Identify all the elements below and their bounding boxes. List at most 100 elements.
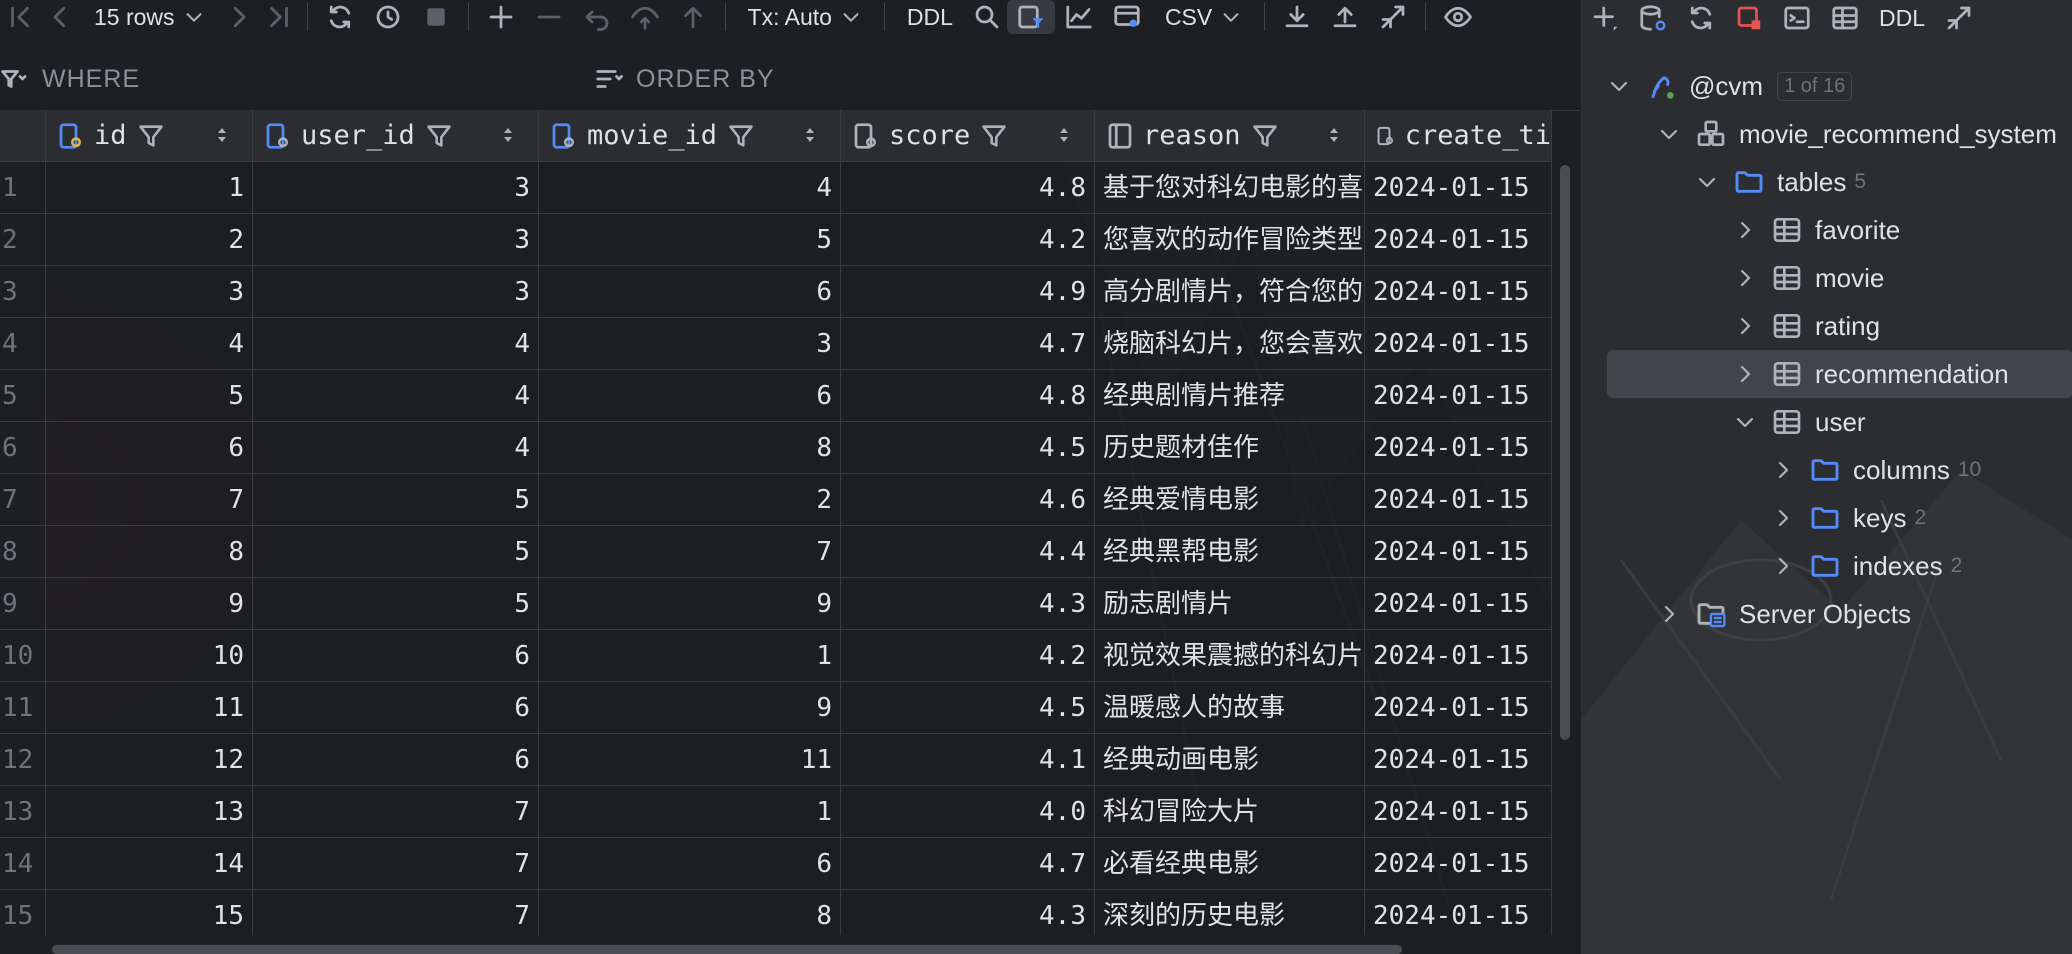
compare-button[interactable] <box>1369 0 1417 34</box>
disconnect-button[interactable] <box>1725 1 1773 35</box>
table-row[interactable]: 9 9 5 9 4.3 励志剧情片 2024-01-15 <box>0 578 1552 630</box>
cell-score[interactable]: 4.3 <box>841 890 1095 935</box>
cell-user-id[interactable]: 4 <box>253 422 539 474</box>
cell-movie-id[interactable]: 6 <box>539 266 841 318</box>
cell-reason[interactable]: 经典剧情片推荐 <box>1095 370 1365 422</box>
cell-movie-id[interactable]: 5 <box>539 214 841 266</box>
cell-score[interactable]: 4.7 <box>841 318 1095 370</box>
cell-create-time[interactable]: 2024-01-15 <box>1365 162 1552 214</box>
tree-node-tables[interactable]: tables 5 <box>1581 158 2072 206</box>
table-row[interactable]: 1 1 3 4 4.8 基于您对科幻电影的喜 2024-01-15 <box>0 162 1552 214</box>
chevron-down-icon[interactable] <box>1733 410 1757 434</box>
cell-user-id[interactable]: 5 <box>253 578 539 630</box>
cell-user-id[interactable]: 5 <box>253 474 539 526</box>
cell-score[interactable]: 4.2 <box>841 630 1095 682</box>
cell-movie-id[interactable]: 4 <box>539 162 841 214</box>
add-row-button[interactable] <box>477 0 525 34</box>
filter-view-toggle[interactable] <box>1006 0 1055 34</box>
cell-id[interactable]: 4 <box>46 318 253 370</box>
tree-node-favorite[interactable]: favorite <box>1581 206 2072 254</box>
cell-reason[interactable]: 经典黑帮电影 <box>1095 526 1365 578</box>
cell-id[interactable]: 7 <box>46 474 253 526</box>
tree-node-movie-recommend-system[interactable]: movie_recommend_system <box>1581 110 2072 158</box>
cell-movie-id[interactable]: 11 <box>539 734 841 786</box>
column-filter-icon[interactable] <box>137 122 165 150</box>
cell-reason[interactable]: 您喜欢的动作冒险类型 <box>1095 214 1365 266</box>
chevron-right-icon[interactable] <box>1733 266 1757 290</box>
tree-node-user[interactable]: user <box>1581 398 2072 446</box>
table-row[interactable]: 10 10 6 1 4.2 视觉效果震撼的科幻片 2024-01-15 <box>0 630 1552 682</box>
cell-reason[interactable]: 励志剧情片 <box>1095 578 1365 630</box>
cell-create-time[interactable]: 2024-01-15 <box>1365 786 1552 838</box>
table-row[interactable]: 2 2 3 5 4.2 您喜欢的动作冒险类型 2024-01-15 <box>0 214 1552 266</box>
cell-id[interactable]: 12 <box>46 734 253 786</box>
cell-reason[interactable]: 深刻的历史电影 <box>1095 890 1365 935</box>
cell-id[interactable]: 2 <box>46 214 253 266</box>
cell-user-id[interactable]: 7 <box>253 786 539 838</box>
cell-id[interactable]: 14 <box>46 838 253 890</box>
tree-node-server-objects[interactable]: Server Objects <box>1581 590 2072 638</box>
cell-score[interactable]: 4.7 <box>841 838 1095 890</box>
transaction-mode-selector[interactable]: Tx: Auto <box>734 0 876 34</box>
column-filter-icon[interactable] <box>1251 122 1279 150</box>
chevron-right-icon[interactable] <box>1733 218 1757 242</box>
cell-reason[interactable]: 基于您对科幻电影的喜 <box>1095 162 1365 214</box>
cell-create-time[interactable]: 2024-01-15 <box>1365 630 1552 682</box>
import-data-button[interactable] <box>1321 0 1369 34</box>
previous-page-button[interactable] <box>40 0 80 34</box>
column-header-reason[interactable]: reason <box>1095 110 1365 162</box>
cell-id[interactable]: 3 <box>46 266 253 318</box>
submit-button[interactable] <box>669 0 717 34</box>
cell-create-time[interactable]: 2024-01-15 <box>1365 838 1552 890</box>
tree-node-movie[interactable]: movie <box>1581 254 2072 302</box>
chevron-down-icon[interactable] <box>1607 74 1631 98</box>
cell-movie-id[interactable]: 2 <box>539 474 841 526</box>
new-item-button[interactable] <box>1581 1 1629 35</box>
cell-score[interactable]: 4.3 <box>841 578 1095 630</box>
cell-id[interactable]: 9 <box>46 578 253 630</box>
order-by-field[interactable]: ORDER BY <box>594 48 1554 110</box>
cell-score[interactable]: 4.8 <box>841 370 1095 422</box>
cell-score[interactable]: 4.6 <box>841 474 1095 526</box>
cell-movie-id[interactable]: 8 <box>539 422 841 474</box>
cell-id[interactable]: 11 <box>46 682 253 734</box>
cell-reason[interactable]: 科幻冒险大片 <box>1095 786 1365 838</box>
tree-node-rating[interactable]: rating <box>1581 302 2072 350</box>
column-header-movie-id[interactable]: movie_id <box>539 110 841 162</box>
cell-create-time[interactable]: 2024-01-15 <box>1365 578 1552 630</box>
column-header-user-id[interactable]: user_id <box>253 110 539 162</box>
sort-toggle-icon[interactable] <box>496 123 520 147</box>
table-row[interactable]: 6 6 4 8 4.5 历史题材佳作 2024-01-15 <box>0 422 1552 474</box>
cell-reason[interactable]: 经典爱情电影 <box>1095 474 1365 526</box>
cell-user-id[interactable]: 3 <box>253 162 539 214</box>
search-button[interactable] <box>967 0 1007 34</box>
cell-create-time[interactable]: 2024-01-15 <box>1365 318 1552 370</box>
cell-id[interactable]: 15 <box>46 890 253 935</box>
chevron-right-icon[interactable] <box>1733 314 1757 338</box>
view-options-button[interactable] <box>1434 0 1482 34</box>
cell-movie-id[interactable]: 9 <box>539 682 841 734</box>
column-filter-icon[interactable] <box>727 122 755 150</box>
cell-user-id[interactable]: 7 <box>253 838 539 890</box>
column-filter-icon[interactable] <box>425 122 453 150</box>
cell-user-id[interactable]: 7 <box>253 890 539 935</box>
cell-user-id[interactable]: 6 <box>253 682 539 734</box>
tree-node-cvm[interactable]: @cvm 1 of 16 <box>1581 62 2072 110</box>
sort-toggle-icon[interactable] <box>798 123 822 147</box>
cell-create-time[interactable]: 2024-01-15 <box>1365 474 1552 526</box>
table-editor-button[interactable] <box>1821 1 1869 35</box>
export-format-selector[interactable]: CSV <box>1151 0 1256 34</box>
cell-reason[interactable]: 经典动画电影 <box>1095 734 1365 786</box>
cell-movie-id[interactable]: 6 <box>539 838 841 890</box>
view-mode-button[interactable] <box>1103 0 1151 34</box>
tree-node-keys[interactable]: keys 2 <box>1581 494 2072 542</box>
cell-score[interactable]: 4.5 <box>841 422 1095 474</box>
chevron-right-icon[interactable] <box>1733 362 1757 386</box>
chevron-down-icon[interactable] <box>1695 170 1719 194</box>
cell-movie-id[interactable]: 1 <box>539 786 841 838</box>
schema-count-badge[interactable]: 1 of 16 <box>1777 71 1853 101</box>
cell-score[interactable]: 4.2 <box>841 214 1095 266</box>
cell-reason[interactable]: 必看经典电影 <box>1095 838 1365 890</box>
column-filter-icon[interactable] <box>980 122 1008 150</box>
cell-movie-id[interactable]: 6 <box>539 370 841 422</box>
